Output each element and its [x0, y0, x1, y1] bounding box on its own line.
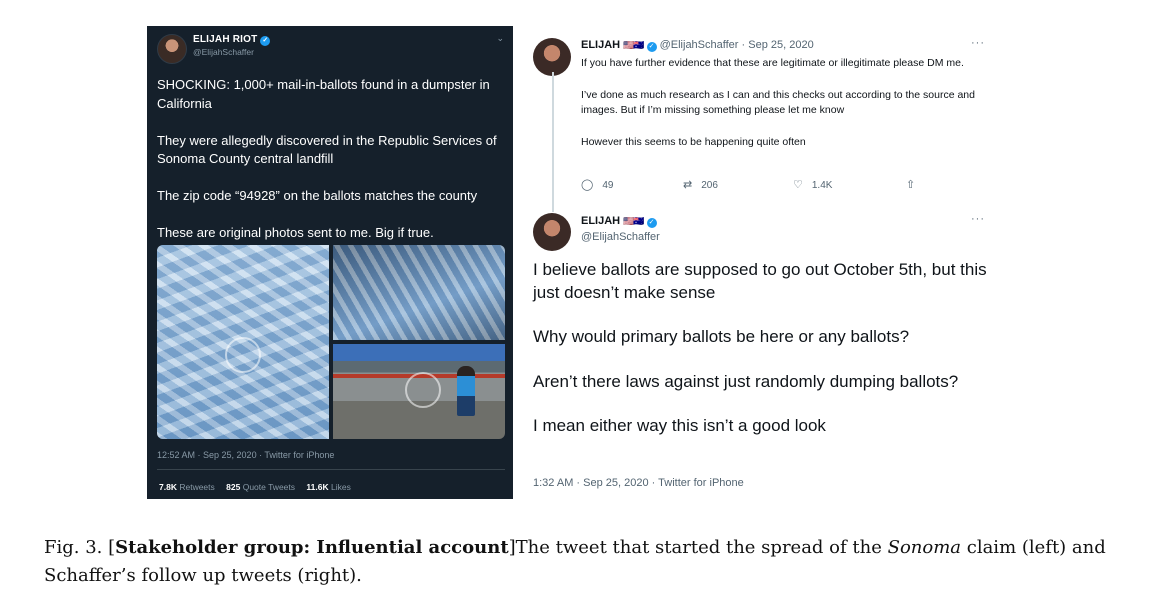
- author-name-text: ELIJAH RIOT: [193, 34, 258, 45]
- tweet-paragraph: SHOCKING: 1,000+ mail-in-ballots found i…: [157, 77, 490, 111]
- author-handle[interactable]: @ElijahSchaffer: [660, 39, 739, 51]
- tweet-paragraph: However this seems to be happening quite…: [581, 135, 806, 148]
- flags-icon: 🇺🇸🇦🇺: [623, 40, 644, 50]
- left-tweet-card: ELIJAH RIOT ✓ @ElijahSchaffer ⌄ SHOCKING:…: [147, 26, 513, 499]
- tweet-paragraph: I mean either way this isn’t a good look: [533, 416, 826, 435]
- verified-badge-icon: ✓: [646, 42, 657, 52]
- figure-caption: Fig. 3. [Stakeholder group: Influential …: [44, 534, 1124, 590]
- chevron-down-icon[interactable]: ⌄: [496, 33, 504, 44]
- like-button[interactable]: ♡ 1.4K: [793, 178, 832, 191]
- likes-stat[interactable]: 11.6K Likes: [306, 482, 350, 492]
- tweet-paragraph: If you have further evidence that these …: [581, 57, 964, 69]
- tweet-paragraph: These are original photos sent to me. Bi…: [157, 225, 434, 240]
- share-button[interactable]: ⇧: [906, 178, 924, 191]
- watermark-icon: [405, 372, 441, 408]
- retweet-icon: ⇄: [683, 179, 693, 191]
- ballots-photo-1[interactable]: [157, 245, 329, 439]
- tweet-body: If you have further evidence that these …: [581, 56, 991, 166]
- more-options-icon[interactable]: ···: [971, 37, 985, 49]
- flags-icon: 🇺🇸🇦🇺: [623, 216, 644, 226]
- verified-badge-icon: ✓: [260, 36, 271, 46]
- tweet-timestamp[interactable]: 1:32 AM · Sep 25, 2020 · Twitter for iPh…: [533, 477, 744, 489]
- avatar[interactable]: [157, 34, 187, 64]
- ballots-photo-2[interactable]: [333, 245, 505, 340]
- tweet-actions: ◯ 49 ⇄ 206 ♡ 1.4K ⇧: [581, 178, 941, 194]
- worker-figure: [457, 366, 475, 416]
- tweet-media-grid: [157, 245, 505, 439]
- tweet-paragraph: Aren’t there laws against just randomly …: [533, 371, 959, 391]
- author-handle[interactable]: @ElijahSchaffer: [193, 47, 254, 57]
- retweet-button[interactable]: ⇄ 206: [683, 178, 718, 191]
- more-options-icon[interactable]: ···: [971, 213, 985, 225]
- avatar[interactable]: [533, 213, 571, 251]
- tweet-body: SHOCKING: 1,000+ mail-in-ballots found i…: [157, 76, 507, 261]
- tweet-paragraph: The zip code “94928” on the ballots matc…: [157, 188, 478, 203]
- landfill-photo[interactable]: [333, 344, 505, 439]
- thread-line: [552, 72, 554, 212]
- right-tweets: ELIJAH 🇺🇸🇦🇺 ✓ @ElijahSchaffer · Sep 25, 20…: [527, 26, 997, 499]
- tweet-paragraph: Why would primary ballots be here or any…: [533, 327, 910, 346]
- tweet-stats: 7.8K Retweets 825 Quote Tweets 11.6K Lik…: [159, 482, 360, 492]
- reply-icon: ◯: [581, 179, 594, 191]
- tweet-header: ELIJAH 🇺🇸🇦🇺 ✓ @ElijahSchaffer · Sep 25, 20…: [581, 39, 814, 52]
- divider: [157, 469, 505, 470]
- author-handle[interactable]: @ElijahSchaffer: [581, 231, 660, 243]
- caption-bold: Stakeholder group: Influential account: [115, 537, 509, 558]
- watermark-icon: [225, 337, 261, 373]
- tweet-date[interactable]: · Sep 25, 2020: [742, 39, 814, 51]
- reply-button[interactable]: ◯ 49: [581, 178, 613, 191]
- caption-prefix: Fig. 3. [: [44, 537, 116, 558]
- quote-tweets-stat[interactable]: 825 Quote Tweets: [226, 482, 295, 492]
- tweet-body: I believe ballots are supposed to go out…: [533, 259, 993, 460]
- author-name[interactable]: ELIJAH: [581, 39, 620, 51]
- tweet-paragraph: I believe ballots are supposed to go out…: [533, 260, 987, 302]
- author-name[interactable]: ELIJAH: [581, 215, 620, 227]
- tweet-paragraph: I’ve done as much research as I can and …: [581, 88, 975, 117]
- tweet-timestamp[interactable]: 12:52 AM · Sep 25, 2020 · Twitter for iP…: [157, 450, 334, 460]
- caption-text: ]The tweet that started the spread of th…: [508, 537, 888, 558]
- share-icon: ⇧: [906, 179, 916, 191]
- heart-icon: ♡: [793, 179, 803, 191]
- avatar[interactable]: [533, 38, 571, 76]
- verified-badge-icon: ✓: [646, 218, 657, 228]
- author-name[interactable]: ELIJAH RIOT ✓: [193, 34, 271, 46]
- caption-italic: Sonoma: [887, 537, 962, 558]
- tweet-paragraph: They were allegedly discovered in the Re…: [157, 132, 497, 167]
- retweets-stat[interactable]: 7.8K Retweets: [159, 482, 215, 492]
- tweet-header: ELIJAH 🇺🇸🇦🇺 ✓: [581, 215, 657, 228]
